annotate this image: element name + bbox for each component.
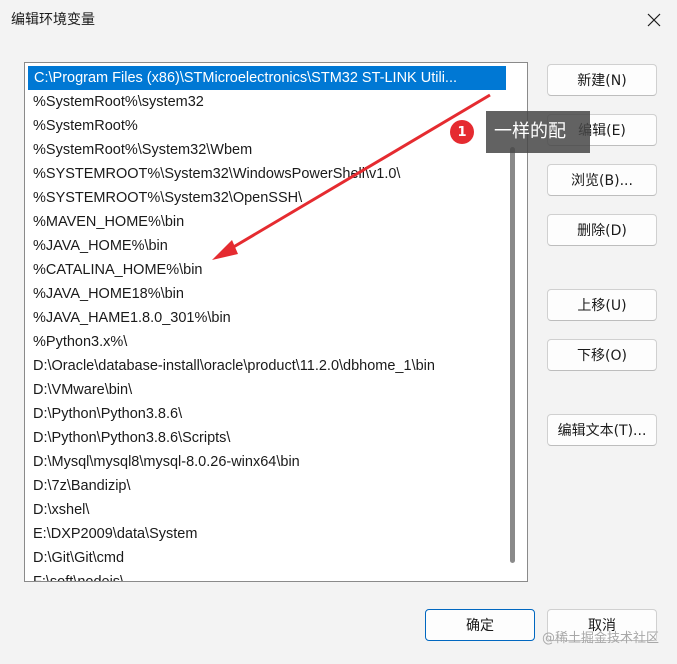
list-item[interactable]: D:\Oracle\database-install\oracle\produc… <box>27 354 509 378</box>
list-item[interactable]: D:\Python\Python3.8.6\ <box>27 402 509 426</box>
browse-button[interactable]: 浏览(B)... <box>547 164 657 196</box>
list-item[interactable]: %SYSTEMROOT%\System32\WindowsPowerShell\… <box>27 162 509 186</box>
edit-text-button[interactable]: 编辑文本(T)... <box>547 414 657 446</box>
list-item[interactable]: %Python3.x%\ <box>27 330 509 354</box>
list-item[interactable]: %SYSTEMROOT%\System32\OpenSSH\ <box>27 186 509 210</box>
list-item[interactable]: %SystemRoot%\system32 <box>27 90 509 114</box>
list-item[interactable]: %MAVEN_HOME%\bin <box>27 210 509 234</box>
list-item[interactable]: %SystemRoot%\System32\Wbem <box>27 138 509 162</box>
watermark: @稀土掘金技术社区 <box>541 631 659 646</box>
list-item[interactable]: D:\7z\Bandizip\ <box>27 474 509 498</box>
list-item[interactable]: %JAVA_HAME1.8.0_301%\bin <box>27 306 509 330</box>
list-item[interactable]: D:\Python\Python3.8.6\Scripts\ <box>27 426 509 450</box>
delete-button[interactable]: 删除(D) <box>547 214 657 246</box>
annotation-label: 一样的配 <box>486 111 590 153</box>
move-up-button[interactable]: 上移(U) <box>547 289 657 321</box>
annotation-badge: 1 <box>450 120 474 144</box>
list-item[interactable]: C:\Program Files (x86)\STMicroelectronic… <box>28 66 506 90</box>
close-button[interactable] <box>631 0 677 40</box>
list-item[interactable]: D:\Mysql\mysql8\mysql-8.0.26-winx64\bin <box>27 450 509 474</box>
list-item[interactable]: D:\xshel\ <box>27 498 509 522</box>
ok-button[interactable]: 确定 <box>425 609 535 641</box>
list-item[interactable]: %SystemRoot% <box>27 114 509 138</box>
move-down-button[interactable]: 下移(O) <box>547 339 657 371</box>
list-item[interactable]: D:\Git\Git\cmd <box>27 546 509 570</box>
list-item[interactable]: F:\soft\nodejs\ <box>27 570 509 581</box>
list-item[interactable]: D:\VMware\bin\ <box>27 378 509 402</box>
new-button[interactable]: 新建(N) <box>547 64 657 96</box>
close-icon <box>647 13 661 27</box>
list-item[interactable]: E:\DXP2009\data\System <box>27 522 509 546</box>
window-title: 编辑环境变量 <box>11 12 95 28</box>
list-item[interactable]: %JAVA_HOME18%\bin <box>27 282 509 306</box>
vertical-scrollbar[interactable] <box>510 147 515 563</box>
title-bar: 编辑环境变量 <box>0 0 677 40</box>
list-item[interactable]: %JAVA_HOME%\bin <box>27 234 509 258</box>
list-item[interactable]: %CATALINA_HOME%\bin <box>27 258 509 282</box>
